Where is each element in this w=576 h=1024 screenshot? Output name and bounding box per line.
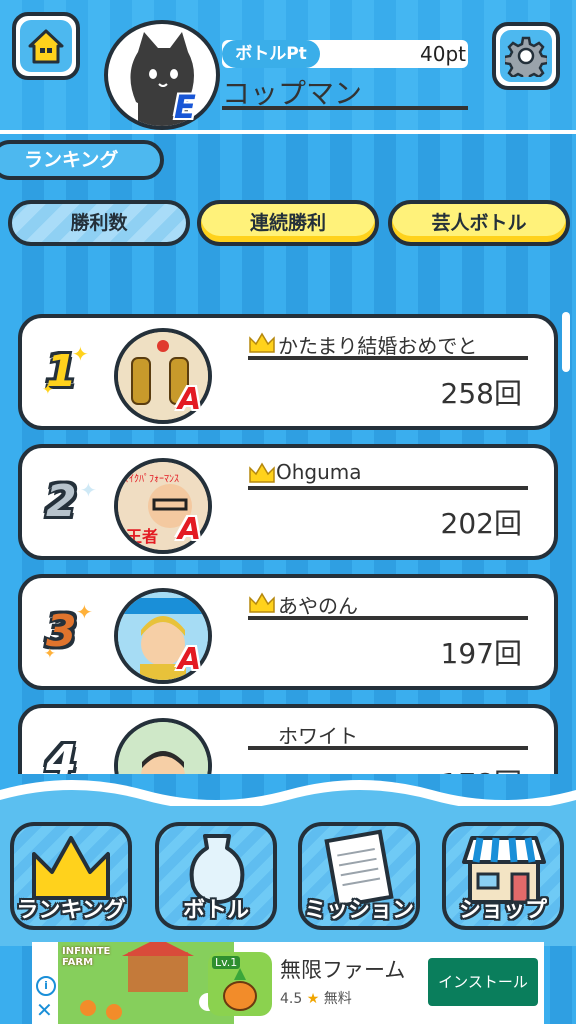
- sparkle-icon: ✦: [76, 600, 93, 624]
- home-button[interactable]: [12, 12, 80, 80]
- rank-number-4: 4: [46, 736, 77, 774]
- cat-avatar-icon: [130, 32, 194, 126]
- sparkle-icon: ✦: [42, 382, 54, 398]
- player-name-3: あやのん: [278, 594, 358, 618]
- bottle-points-value: 40pt: [420, 42, 466, 66]
- nav-bottle-button[interactable]: ボトル: [155, 822, 277, 930]
- ad-rating-value: 4.5: [280, 991, 303, 1007]
- ranking-row-4[interactable]: 4 ホワイト 178回: [18, 704, 558, 774]
- tab-streak[interactable]: 連続勝利: [197, 200, 379, 246]
- nav-shop-label: ショップ: [458, 898, 547, 923]
- tab-wins-label: 勝利数: [70, 212, 128, 234]
- ad-price: 無料: [323, 991, 352, 1007]
- svg-text:ﾏｲｸﾊﾟﾌｫｰﾏﾝｽ: ﾏｲｸﾊﾟﾌｫｰﾏﾝｽ: [124, 473, 179, 485]
- bottle-points-label: ボトルPt: [222, 40, 320, 68]
- player-name-underline: [248, 746, 528, 750]
- player-rank-letter-1: A: [178, 382, 202, 417]
- player-name-1: かたまり結婚おめでと: [278, 334, 478, 358]
- player-name-4: ホワイト: [278, 724, 358, 748]
- tab-streak-label: 連続勝利: [249, 212, 326, 234]
- settings-button[interactable]: [492, 22, 560, 90]
- player-name-underline: [248, 616, 528, 620]
- ad-rating: 4.5 ★ 無料: [280, 988, 352, 1008]
- nav-bottle-label: ボトル: [182, 898, 249, 923]
- username-underline: [222, 106, 468, 110]
- person-avatar-icon: [118, 722, 208, 774]
- player-count-2: 202回: [440, 507, 522, 540]
- sparkle-icon: ✦: [72, 342, 89, 366]
- nav-ranking-label: ランキング: [16, 898, 126, 923]
- star-icon: ★: [306, 991, 320, 1007]
- player-rank-letter-3: A: [178, 642, 202, 677]
- player-count-3: 197回: [440, 637, 522, 670]
- tab-comedian-bottle-label: 芸人ボトル: [431, 212, 527, 234]
- player-name-underline: [248, 356, 528, 360]
- nav-mission-label: ミッション: [303, 898, 414, 923]
- nav-ranking-button[interactable]: ランキング: [10, 822, 132, 930]
- tab-wins[interactable]: 勝利数: [8, 200, 190, 246]
- ad-install-button[interactable]: インストール: [428, 958, 538, 1006]
- nav-shop-button[interactable]: ショップ: [442, 822, 564, 930]
- ranking-list[interactable]: 1 ✦ ✦ A かたまり結婚おめでと 258回 2 ✦ ﾏｲｸﾊﾟﾌｫｰﾏﾝｽ …: [0, 262, 576, 774]
- ad-info-icon[interactable]: i: [36, 976, 56, 996]
- player-rank-letter-2: A: [178, 512, 202, 547]
- ad-close-icon[interactable]: ✕: [36, 998, 53, 1022]
- ad-game-logo: INFINITE FARM: [62, 946, 111, 968]
- tab-comedian-bottle[interactable]: 芸人ボトル: [388, 200, 570, 246]
- gear-icon: [505, 36, 547, 77]
- crown-icon: [249, 462, 275, 483]
- crown-icon: [249, 592, 275, 613]
- user-avatar[interactable]: [104, 20, 220, 130]
- list-scrollbar[interactable]: [562, 312, 570, 372]
- player-name-underline: [248, 486, 528, 490]
- user-rank-letter: E: [174, 88, 196, 126]
- crown-icon: [249, 332, 275, 353]
- ad-app-icon: Lv.1: [208, 952, 272, 1016]
- ranking-row-2[interactable]: 2 ✦ ﾏｲｸﾊﾟﾌｫｰﾏﾝｽ 王者 A Ohguma 202回: [18, 444, 558, 560]
- section-title-ranking: ランキング: [0, 140, 164, 180]
- nav-mission-button[interactable]: ミッション: [298, 822, 420, 930]
- player-count-1: 258回: [440, 377, 522, 410]
- sparkle-icon: ✦: [44, 646, 56, 662]
- ad-title: 無限ファーム: [280, 958, 406, 982]
- svg-text:王者: 王者: [126, 527, 158, 546]
- ad-banner[interactable]: i ✕ INFINITE FARM Lv.1 無限ファーム 4.5 ★ 無料 イ…: [32, 942, 544, 1024]
- ranking-row-1[interactable]: 1 ✦ ✦ A かたまり結婚おめでと 258回: [18, 314, 558, 430]
- carrot-character-icon: [223, 968, 257, 1011]
- ranking-row-3[interactable]: 3 ✦ ✦ A あやのん 197回: [18, 574, 558, 690]
- home-icon: [28, 29, 64, 64]
- player-name-2: Ohguma: [276, 460, 362, 484]
- sparkle-icon: ✦: [80, 478, 97, 502]
- rank-number-2: 2: [46, 476, 77, 527]
- player-avatar-4: [114, 718, 212, 774]
